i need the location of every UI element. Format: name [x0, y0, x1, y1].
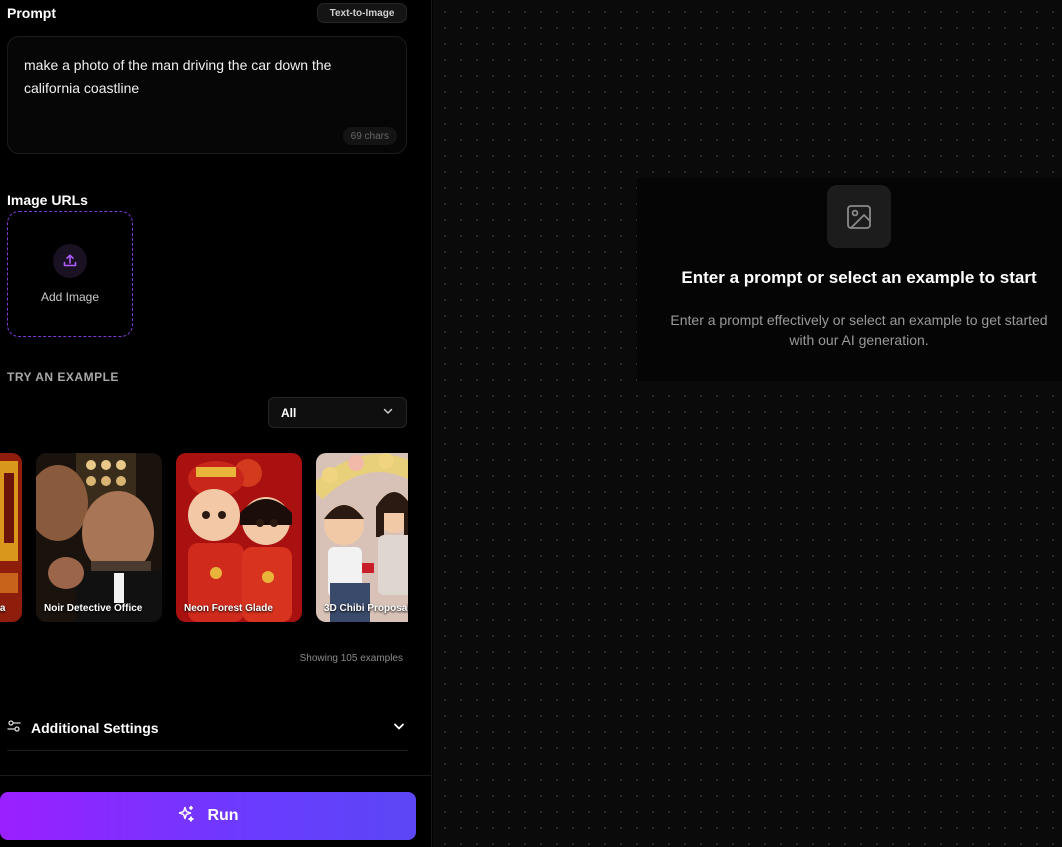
add-image-dropzone[interactable]: Add Image [7, 211, 133, 337]
prompt-textarea[interactable]: make a photo of the man driving the car … [7, 36, 407, 154]
empty-state-subtitle: Enter a prompt effectively or select an … [670, 312, 1048, 348]
example-card-title: Neon Forest Glade [184, 603, 273, 614]
chevron-down-icon [382, 405, 394, 420]
example-card[interactable]: Neon Forest Glade [176, 453, 302, 622]
example-card[interactable]: ra [0, 453, 22, 622]
preview-canvas [433, 0, 1062, 847]
example-card-title: ra [0, 603, 6, 614]
example-card[interactable]: 3D Chibi Proposal [316, 453, 408, 622]
upload-icon [53, 244, 87, 278]
filter-value: All [281, 405, 297, 420]
sparkle-icon [177, 805, 195, 828]
run-label: Run [207, 807, 239, 824]
image-urls-label: Image URLs [7, 192, 88, 208]
run-button[interactable]: Run [0, 792, 416, 840]
footer-divider [0, 775, 432, 776]
example-thumbnail [36, 453, 162, 622]
example-card[interactable]: Noir Detective Office [36, 453, 162, 622]
try-example-heading: TRY AN EXAMPLE [7, 370, 119, 384]
prompt-text[interactable]: make a photo of the man driving the car … [24, 54, 384, 100]
empty-state-title: Enter a prompt or select an example to s… [681, 268, 1037, 287]
sliders-icon [7, 719, 21, 738]
showing-count: Showing 105 examples [299, 653, 403, 664]
example-card-title: Noir Detective Office [44, 603, 143, 614]
example-carousel[interactable]: ra Noir Detective Office [0, 453, 408, 623]
example-thumbnail [0, 453, 22, 622]
add-image-label: Add Image [40, 290, 100, 304]
mode-badge: Text-to-Image [317, 3, 407, 23]
example-thumbnail [176, 453, 302, 622]
left-panel: Prompt Text-to-Image make a photo of the… [0, 0, 432, 847]
char-count: 69 chars [342, 127, 397, 145]
additional-settings-label: Additional Settings [31, 720, 159, 736]
chevron-down-icon [392, 719, 406, 738]
image-icon [827, 185, 891, 248]
example-filter-select[interactable]: All [268, 397, 407, 428]
prompt-label: Prompt [7, 5, 56, 21]
example-card-title: 3D Chibi Proposal [324, 603, 408, 614]
additional-settings-toggle[interactable]: Additional Settings [7, 706, 408, 751]
example-thumbnail [316, 453, 408, 622]
